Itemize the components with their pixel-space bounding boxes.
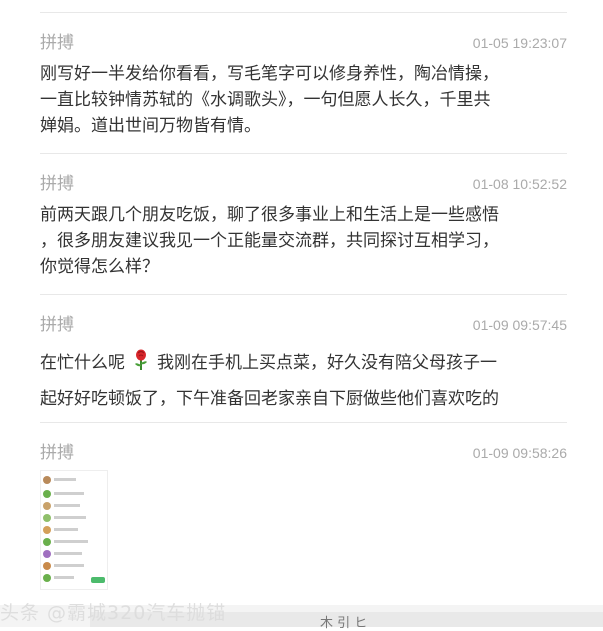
sender-name[interactable]: 拼搏 [40,174,74,194]
footer-stamp-text: 木 引 ヒ [320,616,368,631]
message-line: 前两天跟几个朋友吃饭，聊了很多事业上和生活上是一些感悟 [40,205,499,225]
message-text: 前两天跟几个朋友吃饭，聊了很多事业上和生活上是一些感悟 ，很多朋友建议我见一个正… [40,202,567,280]
message-line: 一直比较钟情苏轼的《水调歌头》，一句但愿人长久，千里共 [40,90,491,110]
message-line: ，很多朋友建议我见一个正能量交流群，共同探讨互相学习， [40,231,499,251]
message-item: 拼搏 01-09 09:58:26 [40,422,567,603]
message-timestamp: 01-08 10:52:52 [472,176,567,192]
sender-name[interactable]: 拼搏 [40,33,74,53]
message-line: 刚写好一半发给你看看，写毛笔字可以修身养性，陶冶情操， [40,64,499,84]
rose-emoji-icon [131,349,151,383]
message-line: 在忙什么呢 我刚在手机上买点菜，好久没有陪父母孩子一 [40,347,567,383]
sender-name[interactable]: 拼搏 [40,315,74,335]
message-timestamp: 01-09 09:58:26 [472,445,567,461]
watermark: 头条 @霸城320汽车抛锚 [0,602,227,624]
message-item: 拼搏 01-09 09:57:45 在忙什么呢 我刚在手机上买点菜，好久没有陪父母… [40,294,567,423]
message-fragment: 我刚在手机上买点菜，好久没有陪父母孩子一 [157,353,497,373]
message-line: 你觉得怎么样？ [40,257,159,277]
thumbnail-green-button [91,577,105,583]
message-line: 起好好吃顿饭了，下午准备回老家亲自下厨做些他们喜欢吃的 [40,389,499,409]
message-text: 刚写好一半发给你看看，写毛笔字可以修身养性，陶冶情操， 一直比较钟情苏轼的《水调… [40,61,567,139]
message-line: 婵娟。道出世间万物皆有情。 [40,116,261,136]
message-item: 拼搏 01-08 10:52:52 前两天跟几个朋友吃饭，聊了很多事业上和生活上… [40,153,567,295]
sender-name[interactable]: 拼搏 [40,443,74,463]
message-text: 在忙什么呢 我刚在手机上买点菜，好久没有陪父母孩子一 起好好吃顿饭了，下午准备回老… [40,347,567,416]
message-timestamp: 01-09 09:57:45 [472,317,567,333]
message-timestamp: 01-05 19:23:07 [472,35,567,51]
image-attachment-thumbnail[interactable] [40,470,108,590]
message-item: 拼搏 01-05 19:23:07 刚写好一半发给你看看，写毛笔字可以修身养性，… [40,12,567,154]
message-fragment: 在忙什么呢 [40,353,125,373]
